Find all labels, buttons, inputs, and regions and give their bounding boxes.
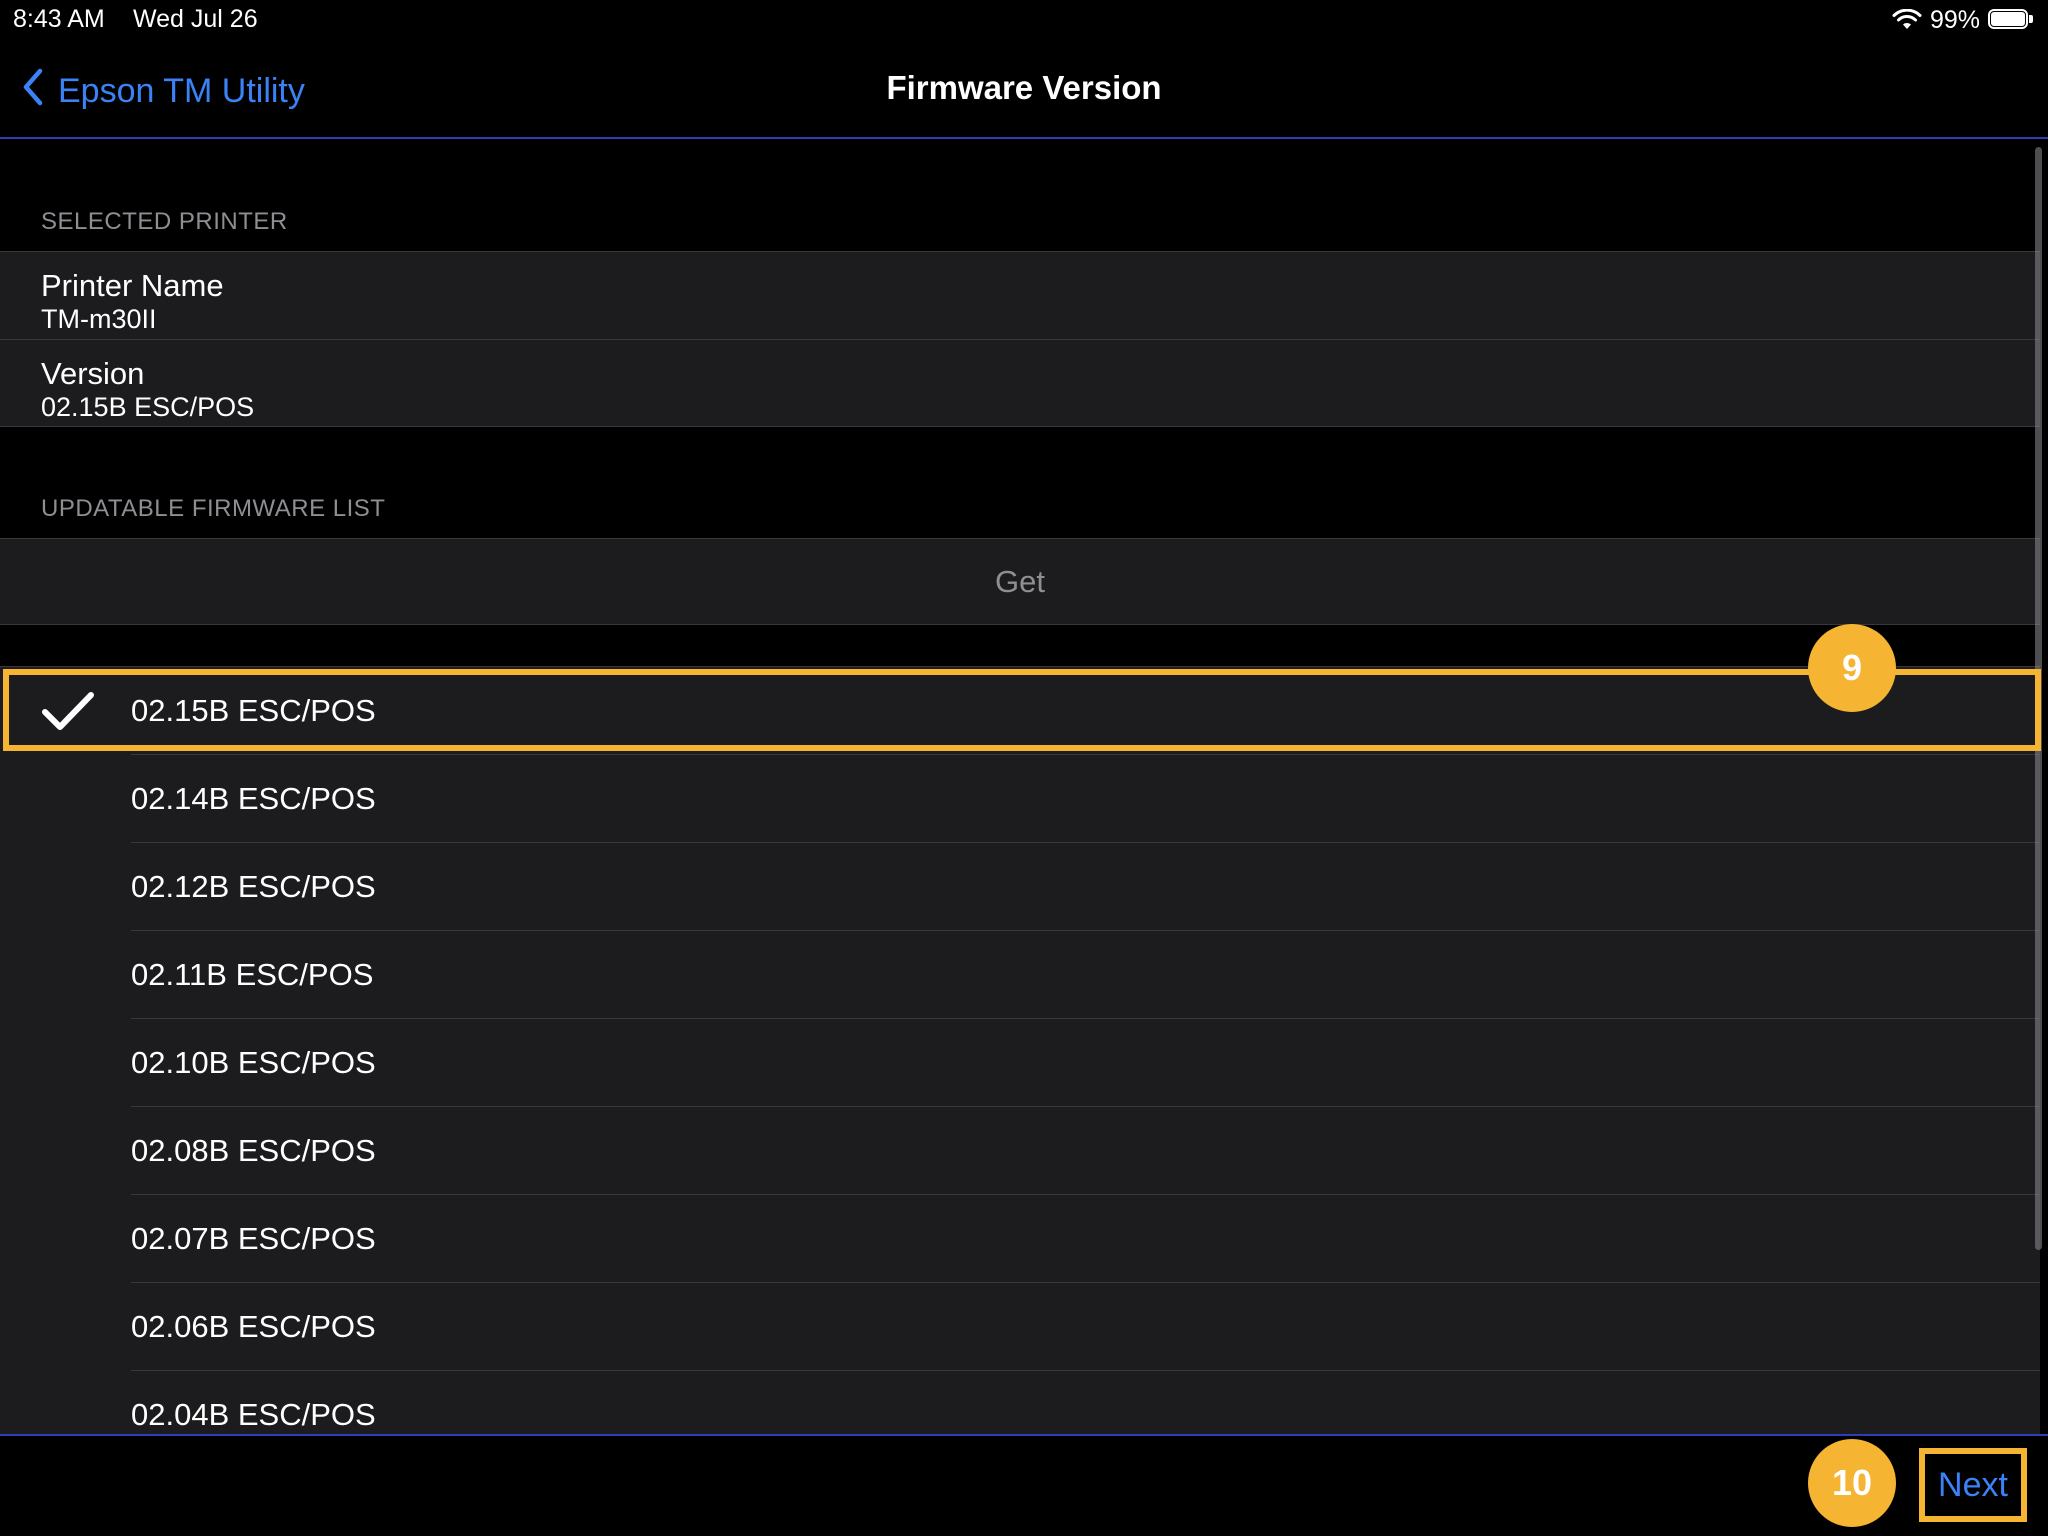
version-label: Version: [41, 356, 145, 391]
printer-name-label: Printer Name: [41, 268, 224, 303]
printer-name-row: Printer Name TM-m30II: [0, 252, 2040, 339]
section-header-selected-printer: SELECTED PRINTER: [41, 208, 288, 235]
next-button[interactable]: Next: [1919, 1448, 2027, 1522]
status-date: Wed Jul 26: [133, 5, 258, 33]
battery-percent: 99%: [1929, 5, 1980, 34]
page-title: Firmware Version: [886, 69, 1162, 106]
get-button-label: Get: [995, 564, 1045, 599]
wifi-icon: [1892, 9, 1922, 31]
firmware-item[interactable]: 02.08B ESC/POS: [0, 1107, 2040, 1195]
bottom-toolbar: [0, 1434, 2048, 1536]
section-header-updatable-firmware: UPDATABLE FIRMWARE LIST: [41, 495, 386, 522]
status-bar: 8:43 AM Wed Jul 26 99%: [0, 0, 2048, 40]
battery-fill: [1991, 12, 2025, 26]
printer-name-value: TM-m30II: [41, 304, 157, 334]
firmware-item[interactable]: 02.14B ESC/POS: [0, 755, 2040, 843]
step-badge-10: 10: [1808, 1439, 1896, 1527]
firmware-item-label: 02.04B ESC/POS: [131, 1397, 376, 1432]
version-row: Version 02.15B ESC/POS: [0, 339, 2040, 426]
step-badge-9: 9: [1808, 624, 1896, 712]
firmware-item[interactable]: 02.04B ESC/POS: [0, 1371, 2040, 1437]
firmware-list: 02.15B ESC/POS 02.14B ESC/POS 02.12B ESC…: [0, 666, 2040, 1437]
firmware-item-label: 02.07B ESC/POS: [131, 1221, 376, 1256]
firmware-item[interactable]: 02.07B ESC/POS: [0, 1195, 2040, 1283]
status-time: 8:43 AM: [13, 5, 105, 33]
battery-icon: [1988, 9, 2034, 31]
checkmark-icon: [40, 689, 96, 738]
version-value: 02.15B ESC/POS: [41, 392, 255, 422]
firmware-item-label: 02.06B ESC/POS: [131, 1309, 376, 1344]
firmware-item-label: 02.08B ESC/POS: [131, 1133, 376, 1168]
navigation-bar: Epson TM Utility Firmware Version: [0, 40, 2048, 139]
firmware-item[interactable]: 02.15B ESC/POS: [0, 667, 2040, 755]
firmware-item-label: 02.15B ESC/POS: [131, 693, 376, 728]
firmware-item-label: 02.10B ESC/POS: [131, 1045, 376, 1080]
firmware-item[interactable]: 02.10B ESC/POS: [0, 1019, 2040, 1107]
firmware-item[interactable]: 02.11B ESC/POS: [0, 931, 2040, 1019]
status-indicators: 99%: [1892, 4, 2034, 36]
scrollbar[interactable]: [2035, 147, 2042, 1250]
firmware-item-label: 02.11B ESC/POS: [131, 957, 374, 992]
firmware-item-label: 02.14B ESC/POS: [131, 781, 376, 816]
selected-printer-group: Printer Name TM-m30II Version 02.15B ESC…: [0, 251, 2040, 427]
firmware-item[interactable]: 02.12B ESC/POS: [0, 843, 2040, 931]
firmware-item-label: 02.12B ESC/POS: [131, 869, 376, 904]
firmware-item[interactable]: 02.06B ESC/POS: [0, 1283, 2040, 1371]
get-button[interactable]: Get: [0, 538, 2040, 625]
